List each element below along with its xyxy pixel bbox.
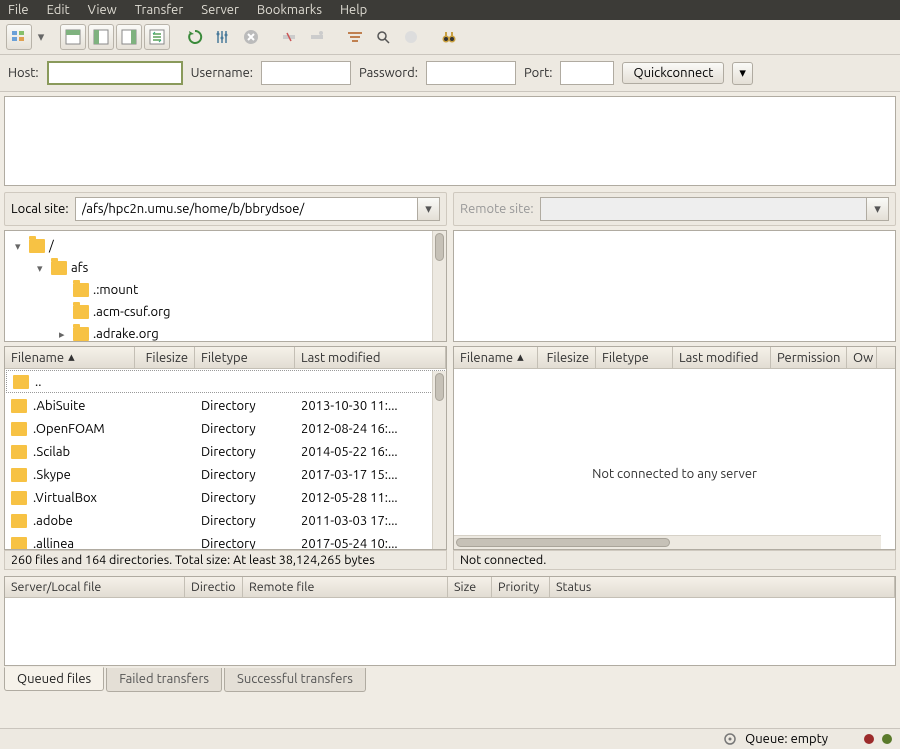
tab-queued-files[interactable]: Queued files (4, 667, 104, 691)
port-input[interactable] (560, 61, 614, 85)
filter-button[interactable] (342, 24, 368, 50)
remote-site-bar: Remote site: ▾ (453, 192, 896, 226)
menu-edit[interactable]: Edit (47, 3, 70, 17)
tree-item[interactable]: ▾afs (7, 257, 444, 279)
toggle-log-button[interactable] (60, 24, 86, 50)
indicator-green-icon (882, 734, 892, 744)
list-item[interactable]: .OpenFOAMDirectory2012-08-24 16:... (5, 417, 446, 440)
local-tree[interactable]: ▾/▾afs.:mount.acm-csuf.org▸.adrake.org (4, 230, 447, 342)
tree-item[interactable]: ▾/ (7, 235, 444, 257)
col-filename[interactable]: Filename ▴ (454, 347, 538, 368)
tree-item[interactable]: ▸.adrake.org (7, 323, 444, 342)
local-site-label: Local site: (11, 202, 69, 216)
col-server-local[interactable]: Server/Local file (5, 577, 185, 597)
password-label: Password: (359, 66, 418, 80)
message-log[interactable] (4, 96, 896, 186)
list-item[interactable]: .. (6, 370, 445, 393)
scrollbar[interactable] (454, 535, 881, 549)
list-item[interactable]: .ScilabDirectory2014-05-22 16:... (5, 440, 446, 463)
queue-status: Queue: empty (745, 732, 828, 746)
toggle-queue-button[interactable] (144, 24, 170, 50)
remote-site-combo: ▾ (540, 197, 889, 221)
binoculars-button[interactable] (436, 24, 462, 50)
sort-asc-icon: ▴ (68, 350, 75, 365)
col-filetype[interactable]: Filetype (195, 347, 295, 368)
sort-asc-icon: ▴ (517, 350, 524, 365)
reconnect-button[interactable] (304, 24, 330, 50)
remote-empty-text: Not connected to any server (454, 369, 895, 549)
tree-item[interactable]: .:mount (7, 279, 444, 301)
col-lastmodified[interactable]: Last modified (673, 347, 771, 368)
tree-item[interactable]: .acm-csuf.org (7, 301, 444, 323)
host-input[interactable] (47, 61, 183, 85)
username-input[interactable] (261, 61, 351, 85)
site-manager-dropdown[interactable]: ▾ (34, 30, 48, 45)
list-item[interactable]: .adobeDirectory2011-03-03 17:... (5, 509, 446, 532)
toggle-remote-tree-button[interactable] (116, 24, 142, 50)
scrollbar[interactable] (432, 371, 446, 549)
indicator-red-icon (864, 734, 874, 744)
list-item[interactable]: .allineaDirectory2017-05-24 10:... (5, 532, 446, 549)
remote-status: Not connected. (453, 550, 896, 570)
chevron-down-icon[interactable]: ▾ (417, 198, 439, 220)
remote-site-label: Remote site: (460, 202, 534, 216)
col-remote-file[interactable]: Remote file (243, 577, 448, 597)
site-manager-button[interactable] (6, 24, 32, 50)
col-filesize[interactable]: Filesize (538, 347, 596, 368)
menu-file[interactable]: File (8, 3, 29, 17)
gear-icon[interactable] (723, 732, 737, 746)
quickconnect-history-dropdown[interactable]: ▾ (732, 62, 753, 85)
tab-successful-transfers[interactable]: Successful transfers (224, 668, 366, 692)
menu-help[interactable]: Help (340, 3, 367, 17)
col-permissions[interactable]: Permission (771, 347, 847, 368)
queue-tabs: Queued files Failed transfers Successful… (4, 666, 896, 692)
scrollbar[interactable] (432, 231, 446, 341)
col-owner[interactable]: Ow (847, 347, 877, 368)
compare-button[interactable] (398, 24, 424, 50)
port-label: Port: (524, 66, 552, 80)
chevron-down-icon: ▾ (866, 198, 888, 220)
list-item[interactable]: .AbiSuiteDirectory2013-10-30 11:... (5, 394, 446, 417)
list-item[interactable]: .VirtualBoxDirectory2012-05-28 11:... (5, 486, 446, 509)
col-size[interactable]: Size (448, 577, 492, 597)
remote-tree (453, 230, 896, 342)
local-file-list[interactable]: Filename ▴ Filesize Filetype Last modifi… (4, 346, 447, 550)
remote-site-input (541, 198, 866, 220)
search-button[interactable] (370, 24, 396, 50)
list-item[interactable]: .SkypeDirectory2017-03-17 15:... (5, 463, 446, 486)
statusbar: Queue: empty (0, 728, 900, 749)
local-site-input[interactable] (76, 198, 417, 220)
transfer-queue[interactable]: Server/Local file Directio Remote file S… (4, 576, 896, 666)
process-queue-button[interactable] (210, 24, 236, 50)
cancel-button[interactable] (238, 24, 264, 50)
disconnect-button[interactable] (276, 24, 302, 50)
toggle-tree-button[interactable] (88, 24, 114, 50)
col-direction[interactable]: Directio (185, 577, 243, 597)
col-filesize[interactable]: Filesize (135, 347, 195, 368)
menu-transfer[interactable]: Transfer (135, 3, 184, 17)
username-label: Username: (191, 66, 253, 80)
local-status: 260 files and 164 directories. Total siz… (4, 550, 447, 570)
password-input[interactable] (426, 61, 516, 85)
tab-failed-transfers[interactable]: Failed transfers (106, 668, 222, 692)
toolbar: ▾ (0, 20, 900, 55)
menu-view[interactable]: View (88, 3, 117, 17)
col-lastmodified[interactable]: Last modified (295, 347, 446, 368)
col-priority[interactable]: Priority (492, 577, 550, 597)
menu-bookmarks[interactable]: Bookmarks (257, 3, 322, 17)
local-site-bar: Local site: ▾ (4, 192, 447, 226)
remote-file-list: Filename ▴ Filesize Filetype Last modifi… (453, 346, 896, 550)
col-filetype[interactable]: Filetype (596, 347, 673, 368)
quickconnect-button[interactable]: Quickconnect (622, 62, 724, 84)
quickconnect-bar: Host: Username: Password: Port: Quickcon… (0, 55, 900, 92)
refresh-button[interactable] (182, 24, 208, 50)
col-status[interactable]: Status (550, 577, 895, 597)
local-site-combo[interactable]: ▾ (75, 197, 440, 221)
col-filename[interactable]: Filename ▴ (5, 347, 135, 368)
menu-server[interactable]: Server (201, 3, 239, 17)
host-label: Host: (8, 66, 39, 80)
menubar: File Edit View Transfer Server Bookmarks… (0, 0, 900, 20)
